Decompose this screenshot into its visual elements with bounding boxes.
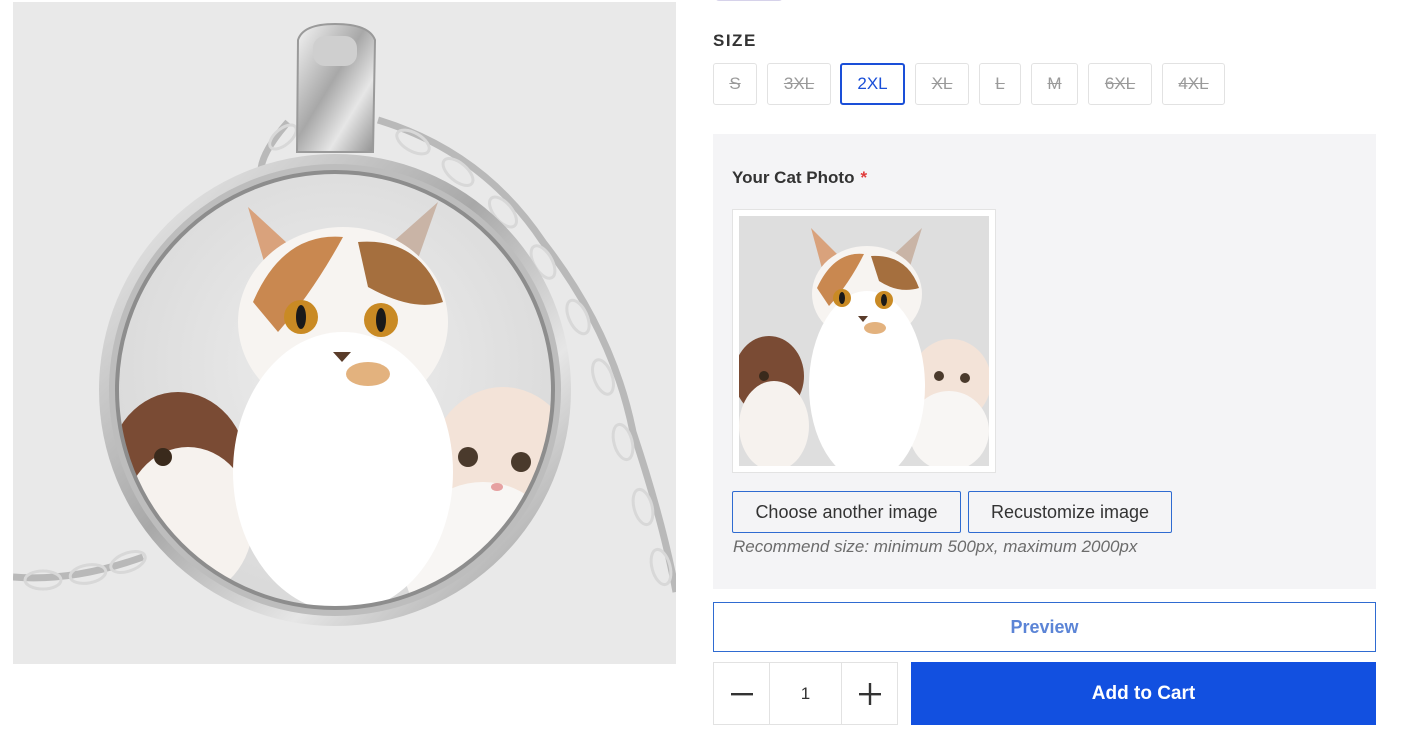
cat-photo-image [739,216,989,466]
size-option-2xl[interactable]: 2XL [840,63,905,105]
size-option-6xl[interactable]: 6XL [1088,63,1152,105]
required-marker: * [860,168,868,187]
minus-icon [730,692,753,695]
decrement-button[interactable] [714,663,769,724]
size-option-m[interactable]: M [1031,63,1078,105]
color-swatch-selected[interactable] [715,0,783,1]
image-size-hint: Recommend size: minimum 500px, maximum 2… [733,537,1138,556]
size-option-s[interactable]: S [713,63,757,105]
size-option-4xl[interactable]: 4XL [1162,63,1225,105]
quantity-stepper: 1 [713,662,898,725]
product-image[interactable] [13,2,676,664]
size-option-xl[interactable]: XL [915,63,969,105]
add-to-cart-button[interactable]: Add to Cart [911,662,1376,725]
choose-another-image-button[interactable]: Choose another image [732,491,961,533]
cat-photo-field-label: Your Cat Photo * [732,168,867,188]
size-title: SIZE [713,31,757,50]
recustomize-image-button[interactable]: Recustomize image [968,491,1172,533]
quantity-input[interactable]: 1 [769,663,842,724]
field-label-text: Your Cat Photo [732,168,855,187]
plus-icon [858,682,881,705]
size-option-l[interactable]: L [979,63,1021,105]
size-option-3xl[interactable]: 3XL [767,63,831,105]
preview-button[interactable]: Preview [713,602,1376,652]
pendant-illustration [13,22,676,626]
customization-panel: Your Cat Photo * Choose another image Re… [713,134,1376,589]
increment-button[interactable] [842,663,897,724]
uploaded-photo-thumbnail[interactable] [732,209,996,473]
